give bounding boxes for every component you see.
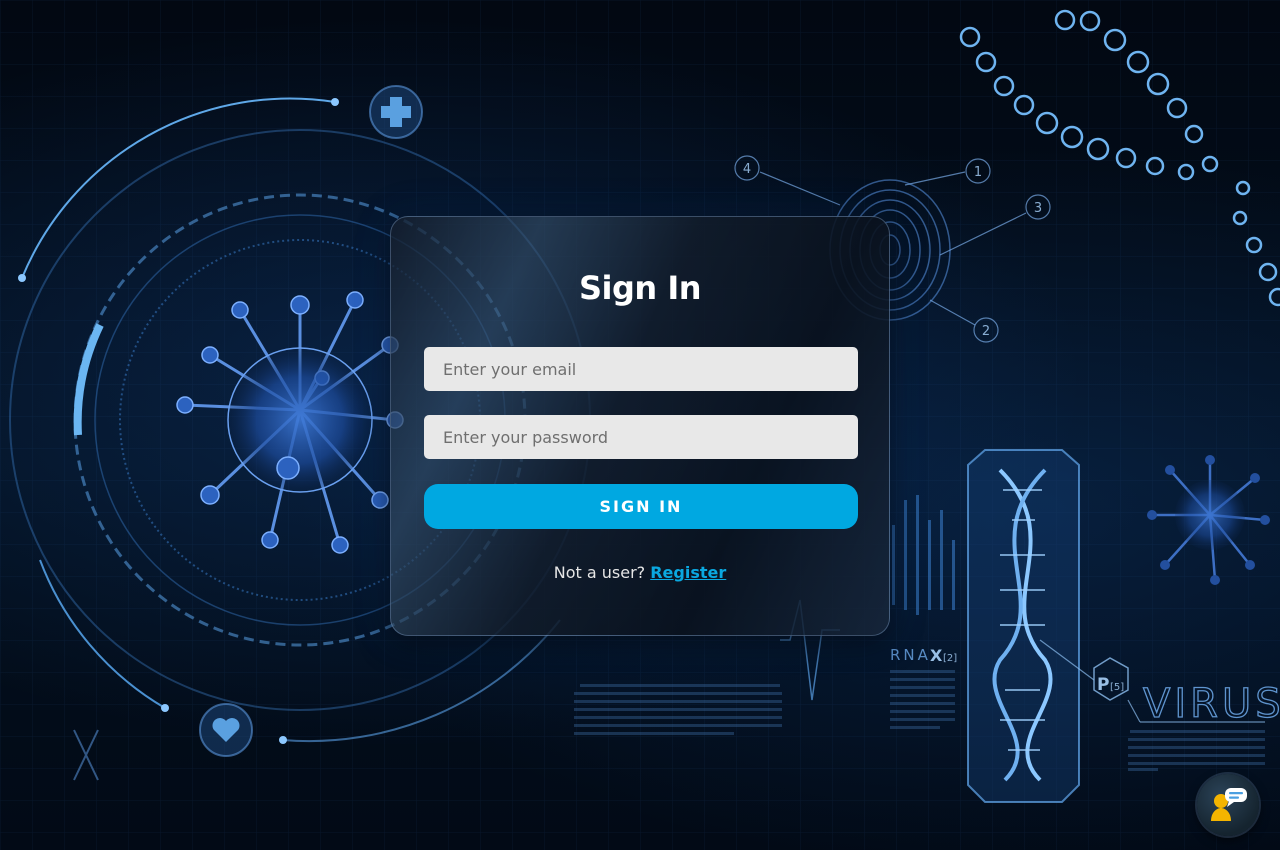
x-index: [2] <box>943 653 957 664</box>
p-label: P <box>1097 675 1109 695</box>
signin-card: Sign In SIGN IN Not a user? Register <box>390 216 890 636</box>
email-input[interactable] <box>424 347 858 391</box>
medical-cross-badge <box>369 85 423 139</box>
register-link[interactable]: Register <box>650 563 726 582</box>
register-prompt-row: Not a user? Register <box>391 563 889 582</box>
callout-4-label: 4 <box>743 162 751 177</box>
dna-capsule <box>967 449 1080 803</box>
x-label: X <box>930 646 943 665</box>
register-prompt-text: Not a user? <box>553 563 646 582</box>
heart-badge <box>199 703 253 757</box>
support-chat-button[interactable] <box>1197 774 1259 836</box>
signin-button[interactable]: SIGN IN <box>424 484 858 529</box>
callout-2-label: 2 <box>982 324 990 339</box>
virus-title-decor: VIRUS <box>1143 681 1280 727</box>
signin-title: Sign In <box>578 269 702 307</box>
password-input[interactable] <box>424 415 858 459</box>
callout-3-label: 3 <box>1034 201 1042 216</box>
support-chat-icon <box>1211 788 1247 821</box>
page-background: 4 1 3 2 P [5] VIRUS RNA X [2] Sign In En… <box>0 0 1280 850</box>
rna-label: RNA <box>890 646 931 664</box>
p-index: [5] <box>1110 682 1124 693</box>
callout-1-label: 1 <box>974 165 982 180</box>
